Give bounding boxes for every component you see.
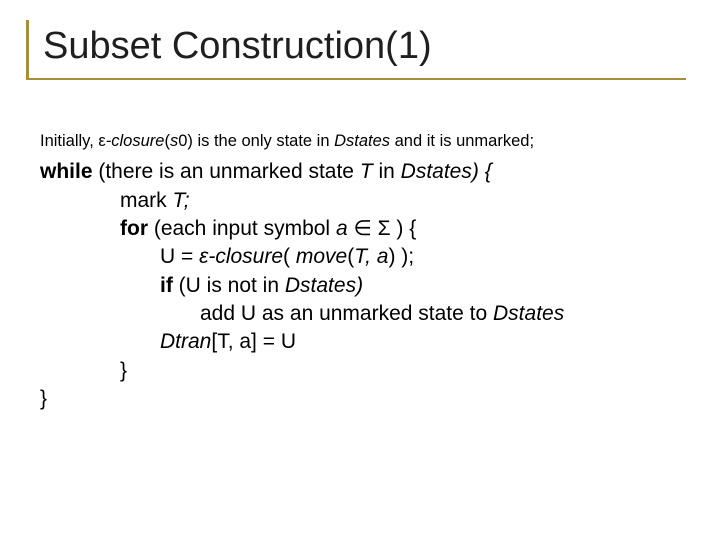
l3-t1: (each input symbol	[148, 217, 336, 240]
slide: Subset Construction(1) Initially, ε-clos…	[0, 0, 720, 540]
l7-eq: = U	[257, 330, 296, 353]
intro-s0-rest: 0) is the only state in	[178, 132, 334, 150]
intro-tail: and it is unmarked;	[390, 132, 534, 150]
line-dtran: Dtran[T, a] = U	[40, 328, 688, 356]
l5-t1: (U is not in	[173, 274, 285, 297]
l1-T: T	[360, 160, 373, 183]
l4-closure: -closure	[208, 245, 283, 268]
l1-r1: (there is an unmarked state	[93, 160, 360, 183]
line-close-outer: }	[40, 385, 688, 413]
kw-if: if	[160, 274, 173, 297]
l7-idx: [T, a]	[211, 330, 257, 353]
title-rule: Subset Construction(1)	[26, 20, 686, 80]
intro-line: Initially, ε-closure(s0) is the only sta…	[40, 130, 688, 152]
l4-t3: (	[283, 245, 296, 268]
l3-a: a	[336, 217, 348, 240]
l4-t5: ) );	[388, 245, 414, 268]
slide-title: Subset Construction(1)	[43, 26, 686, 68]
l1-D: Dstates) {	[401, 160, 492, 183]
l6-t1: add U as an unmarked state to	[200, 302, 493, 325]
l8-brace: }	[120, 359, 127, 382]
l4-move: move	[296, 245, 347, 268]
intro-closure: -closure	[106, 132, 165, 150]
l4-Ta: T, a	[354, 245, 388, 268]
l9-brace: }	[40, 387, 47, 410]
intro-s: s	[170, 132, 178, 150]
slide-body: Initially, ε-closure(s0) is the only sta…	[40, 130, 688, 413]
line-mark: mark T;	[40, 187, 688, 215]
line-add: add U as an unmarked state to Dstates	[40, 300, 688, 328]
intro-dstates: Dstates	[334, 132, 390, 150]
l1-r2: in	[373, 160, 401, 183]
l4-t1: U =	[160, 245, 199, 268]
l6-D: Dstates	[493, 302, 564, 325]
kw-for: for	[120, 217, 148, 240]
kw-while: while	[40, 160, 93, 183]
line-if: if (U is not in Dstates)	[40, 272, 688, 300]
intro-eps: ε	[98, 132, 105, 150]
l2-T: T;	[173, 189, 190, 212]
l3-mem: ∈ Σ ) {	[348, 217, 417, 240]
line-close-inner: }	[40, 357, 688, 385]
line-assign-U: U = ε-closure( move(T, a) );	[40, 243, 688, 271]
line-while: while (there is an unmarked state T in D…	[40, 158, 688, 186]
l4-eps: ε	[199, 245, 208, 268]
l2-t1: mark	[120, 189, 173, 212]
intro-t1: Initially,	[40, 132, 98, 150]
line-for: for (each input symbol a ∈ Σ ) {	[40, 215, 688, 243]
l5-D: Dstates)	[285, 274, 363, 297]
l7-dtran: Dtran	[160, 330, 211, 353]
